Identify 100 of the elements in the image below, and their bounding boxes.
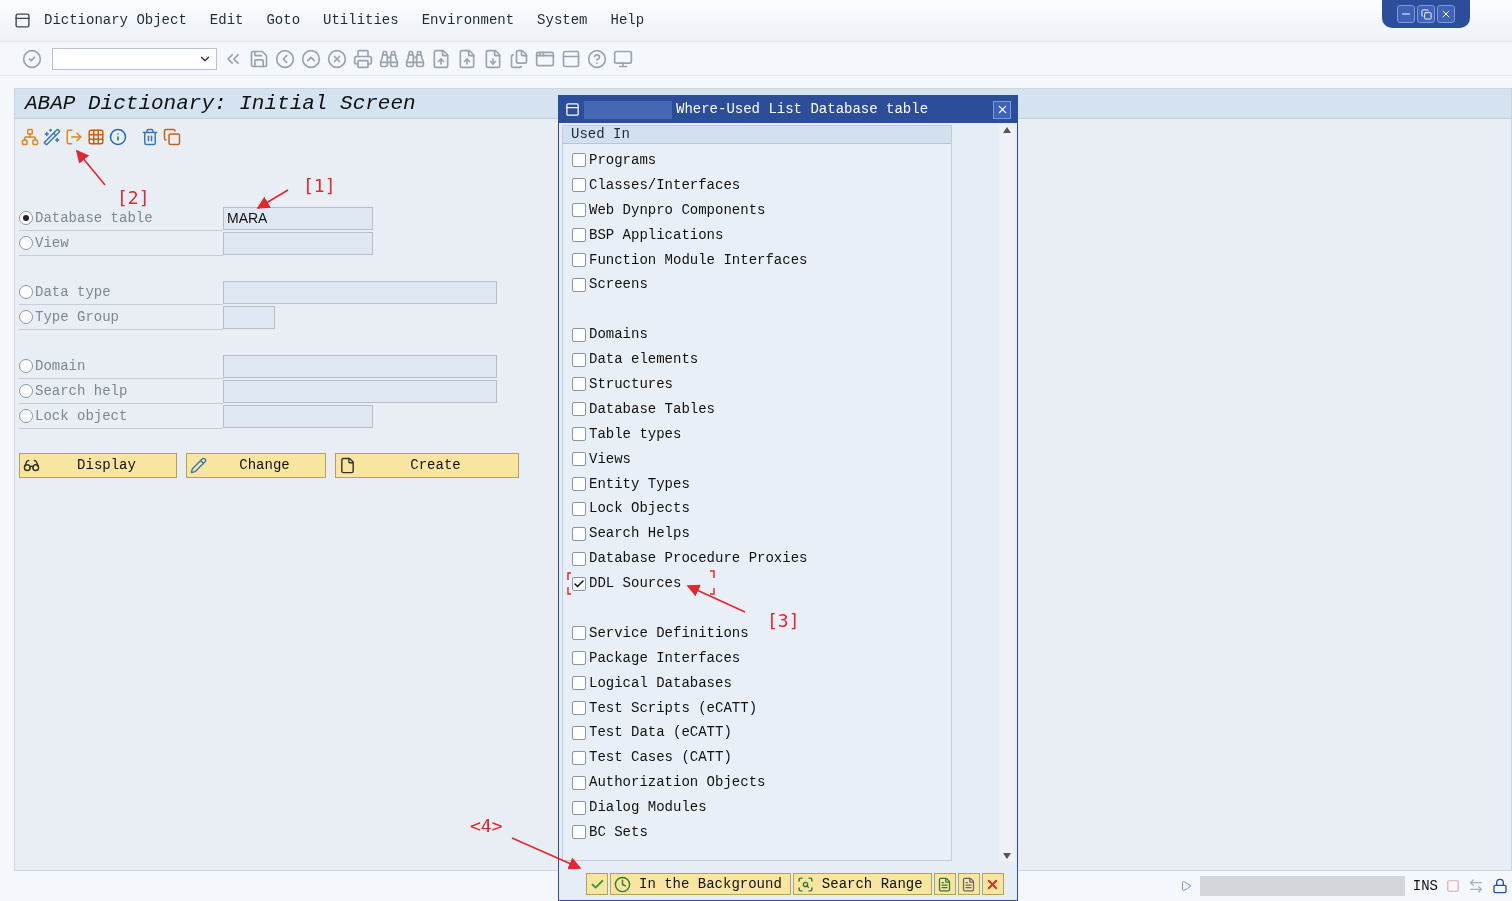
radio-button[interactable] (19, 359, 33, 373)
checkbox[interactable] (572, 327, 586, 342)
checkbox[interactable] (572, 427, 586, 442)
binoculars-icon[interactable] (405, 48, 425, 69)
close-button[interactable] (993, 100, 1011, 119)
trash-icon[interactable] (141, 128, 159, 146)
monitor-icon[interactable] (613, 48, 633, 69)
checkbox[interactable] (572, 825, 586, 840)
menu-icon[interactable] (14, 12, 31, 29)
printer-icon[interactable] (353, 48, 373, 69)
pages-icon[interactable] (509, 48, 529, 69)
minimize-button[interactable] (1397, 5, 1415, 23)
checkbox[interactable] (572, 228, 586, 243)
annotation-label: [1] (303, 174, 336, 198)
input-field[interactable] (223, 306, 275, 329)
cancel-button[interactable] (981, 873, 1004, 895)
screen-title: ABAP Dictionary: Initial Screen (25, 90, 416, 117)
command-field[interactable] (52, 47, 217, 70)
checkbox[interactable] (572, 477, 586, 491)
dialog-button[interactable]: Search Range (792, 873, 932, 895)
help-icon[interactable] (587, 48, 607, 69)
radio-button[interactable] (19, 409, 33, 423)
wand-icon[interactable] (43, 128, 61, 146)
window-icon[interactable] (561, 48, 581, 69)
checkbox-label: Screens (589, 275, 648, 295)
checkbox-label: BC Sets (589, 823, 648, 842)
confirm-button[interactable] (586, 873, 608, 895)
page-down-icon[interactable] (483, 48, 503, 69)
checkbox[interactable] (572, 750, 586, 765)
input-field[interactable] (223, 405, 373, 428)
checkbox[interactable] (572, 452, 586, 467)
checkbox[interactable] (572, 253, 586, 267)
radio-button[interactable] (19, 310, 33, 324)
input-field[interactable] (223, 281, 497, 304)
checkbox[interactable] (572, 277, 586, 292)
checkbox[interactable] (572, 178, 586, 193)
hierarchy-icon[interactable] (21, 128, 39, 146)
check-icon[interactable] (22, 48, 42, 69)
expand-icon[interactable] (1179, 880, 1192, 892)
checkbox[interactable] (572, 800, 586, 815)
action-button[interactable]: Create (335, 453, 519, 478)
checkbox-label: Table types (589, 424, 682, 444)
document-button[interactable] (933, 873, 956, 895)
checkbox[interactable] (572, 676, 586, 691)
checkbox[interactable] (572, 203, 586, 218)
menu-item[interactable]: Utilities (323, 10, 399, 31)
checkbox[interactable] (572, 501, 586, 516)
radio-button[interactable] (19, 211, 33, 225)
cancel-icon[interactable] (327, 48, 347, 69)
checkbox[interactable] (572, 701, 586, 716)
input-field[interactable] (223, 380, 497, 403)
restore-button[interactable] (1417, 5, 1435, 23)
checkbox-label: Logical Databases (589, 673, 732, 693)
checkbox[interactable] (572, 402, 586, 417)
binoculars-icon[interactable] (379, 48, 399, 69)
radio-button[interactable] (19, 384, 33, 398)
input-field[interactable]: MARA (223, 207, 373, 230)
scroll-down-icon[interactable] (1003, 853, 1011, 859)
checkbox[interactable] (572, 775, 586, 790)
input-field[interactable] (223, 232, 373, 255)
dialog-button[interactable]: In the Background (610, 873, 791, 895)
checkbox[interactable] (572, 377, 586, 392)
action-button[interactable]: Change (186, 453, 326, 478)
menu-item[interactable]: Dictionary Object (44, 10, 187, 31)
info-icon[interactable] (109, 128, 127, 146)
checkbox[interactable] (572, 551, 586, 566)
menu-item[interactable]: Edit (209, 10, 244, 31)
input-field[interactable] (223, 355, 497, 378)
checkbox[interactable] (572, 352, 586, 367)
checkbox[interactable] (572, 725, 586, 740)
radio-button[interactable] (19, 285, 33, 299)
page-icon (339, 457, 356, 474)
checkbox[interactable] (572, 153, 586, 168)
page-up-icon[interactable] (457, 48, 477, 69)
menu-item[interactable]: Help (610, 10, 645, 31)
menu-item[interactable]: System (537, 10, 588, 31)
checkbox-label: Search Helps (589, 524, 690, 544)
checkbox[interactable] (572, 626, 586, 641)
document-button[interactable] (957, 873, 980, 895)
close-icon (1440, 8, 1452, 20)
checkbox-label: Programs (589, 150, 657, 170)
radio-button[interactable] (19, 236, 33, 250)
menu-item[interactable]: Environment (421, 10, 515, 31)
close-button[interactable] (1437, 5, 1455, 23)
insert-mode: INS (1412, 876, 1438, 896)
up-icon[interactable] (301, 48, 321, 69)
menu-item[interactable]: Goto (266, 10, 301, 31)
checkbox[interactable] (572, 576, 586, 591)
save-icon[interactable] (249, 48, 269, 69)
scrollbar[interactable] (999, 125, 1015, 861)
scroll-up-icon[interactable] (1003, 127, 1011, 133)
checkbox[interactable] (572, 651, 586, 666)
grid-icon[interactable] (87, 128, 105, 146)
back-icon[interactable] (275, 48, 295, 69)
checkbox[interactable] (572, 526, 586, 541)
checkbox-label: Function Module Interfaces (589, 250, 808, 270)
clock-icon (614, 875, 631, 893)
action-button[interactable]: Display (19, 453, 177, 478)
page-up-icon[interactable] (431, 48, 451, 69)
copy-icon[interactable] (163, 128, 181, 146)
